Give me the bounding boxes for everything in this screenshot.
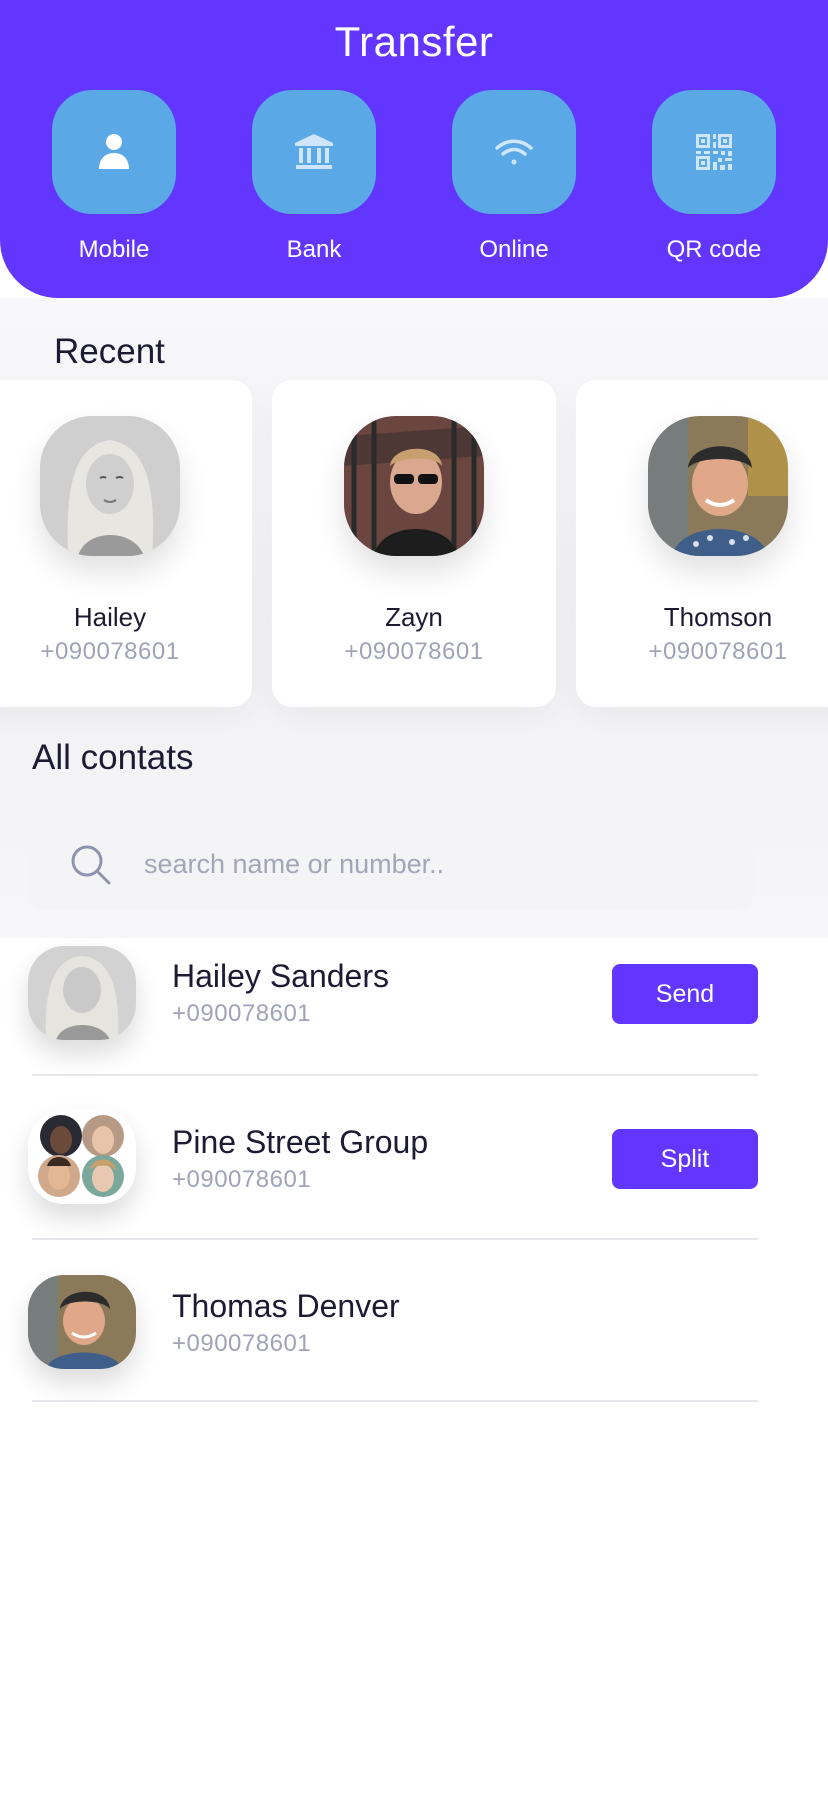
bank-icon [295,134,333,169]
contact-row[interactable]: Hailey Sanders +090078601 Send [0,940,828,1090]
contact-phone: +090078601 [172,1166,312,1193]
mobile-tile[interactable] [52,90,176,214]
group-avatar [28,1110,136,1204]
recent-contact-phone: +090078601 [648,638,788,665]
transfer-method-bank[interactable]: Bank [252,90,376,263]
recent-contact-phone: +090078601 [40,638,180,665]
recent-contact-card[interactable]: Hailey +090078601 [0,380,252,707]
method-label: Mobile [78,236,150,263]
avatar [344,416,484,556]
method-label: Bank [286,236,342,263]
online-tile[interactable] [452,90,576,214]
avatar [28,1275,136,1369]
contact-name: Thomas Denver [172,1288,400,1324]
recent-contact-name: Hailey [73,602,147,632]
recent-contact-phone: +090078601 [344,638,484,665]
contact-row[interactable]: Pine Street Group +090078601 Split [0,1106,828,1256]
transfer-method-mobile[interactable]: Mobile [52,90,176,263]
search-icon [71,845,111,885]
qr-tile[interactable] [652,90,776,214]
avatar [28,946,136,1040]
bank-tile[interactable] [252,90,376,214]
contact-phone: +090078601 [172,1330,312,1357]
transfer-method-qr[interactable]: QR code [652,90,776,263]
method-label: Online [479,236,549,263]
divider [32,1400,758,1402]
divider [32,1238,758,1240]
person-icon [99,134,129,169]
recent-contact-card[interactable]: Zayn +090078601 [272,380,556,707]
transfer-header: Transfer Mobile Bank Online QR code [0,0,828,298]
contact-phone: +090078601 [172,1000,312,1027]
contact-search-bar[interactable] [28,818,754,910]
wifi-icon [495,139,533,165]
contact-row[interactable]: Thomas Denver +090078601 [0,1270,828,1420]
method-label: QR code [666,236,762,263]
send-button[interactable]: Send [612,964,758,1024]
recent-contact-name: Thomson [663,602,773,632]
all-contacts-title: All contats [32,738,194,777]
page-title: Transfer [334,18,494,65]
contact-name: Pine Street Group [172,1124,429,1160]
search-input[interactable] [144,840,704,888]
transfer-method-online[interactable]: Online [452,90,576,263]
split-button[interactable]: Split [612,1129,758,1189]
qr-code-icon [696,134,732,170]
avatar [40,416,180,556]
divider [32,1074,758,1076]
recent-contact-card[interactable]: Thomson +090078601 [576,380,828,707]
recent-contact-name: Zayn [385,602,443,632]
recent-title: Recent [54,332,165,371]
avatar [648,416,788,556]
contact-name: Hailey Sanders [172,958,389,994]
